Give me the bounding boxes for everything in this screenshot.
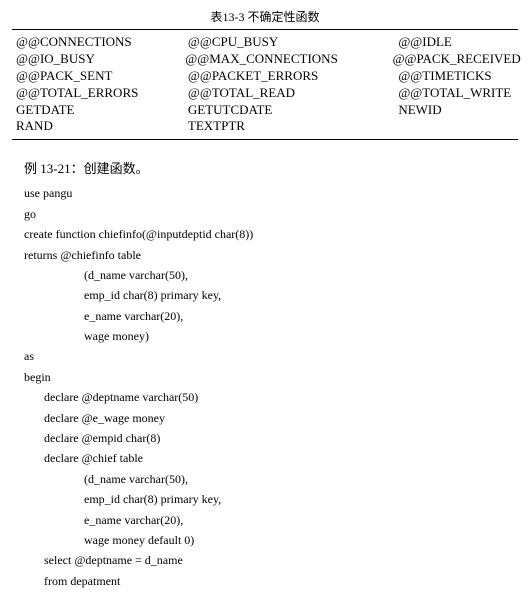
- table-cell: TEXTPTR: [184, 118, 394, 135]
- code-line: go: [24, 204, 518, 224]
- table-cell: [394, 118, 518, 135]
- table-cell: @@TOTAL_READ: [184, 85, 394, 102]
- code-line: declare @chief table: [24, 448, 518, 468]
- table-cell: @@CONNECTIONS: [12, 34, 184, 51]
- code-line: emp_id char(8) primary key,: [24, 285, 518, 305]
- code-line: from depatment: [24, 571, 518, 591]
- code-line: select @deptname = d_name: [24, 550, 518, 570]
- table-title: 表13-3 不确定性函数: [12, 8, 518, 25]
- code-line: begin: [24, 367, 518, 387]
- table-cell: GETUTCDATE: [184, 102, 394, 119]
- code-block: use pangugocreate function chiefinfo(@in…: [24, 183, 518, 591]
- code-line: declare @empid char(8): [24, 428, 518, 448]
- code-line: (d_name varchar(50),: [24, 469, 518, 489]
- table-row: RANDTEXTPTR: [12, 118, 518, 135]
- table-row: @@CONNECTIONS@@CPU_BUSY@@IDLE: [12, 34, 518, 51]
- table-cell: @@PACK_SENT: [12, 68, 184, 85]
- example-title: 例 13-21：创建函数。: [24, 158, 518, 177]
- table-cell: RAND: [12, 118, 184, 135]
- table-cell: @@PACK_RECEIVED: [389, 51, 518, 68]
- code-line: as: [24, 346, 518, 366]
- table-row: GETDATEGETUTCDATENEWID: [12, 102, 518, 119]
- table-row: @@IO_BUSY@@MAX_CONNECTIONS@@PACK_RECEIVE…: [12, 51, 518, 68]
- code-line: declare @deptname varchar(50): [24, 387, 518, 407]
- table-cell: @@MAX_CONNECTIONS: [181, 51, 388, 68]
- code-line: (d_name varchar(50),: [24, 265, 518, 285]
- table-cell: @@PACKET_ERRORS: [184, 68, 394, 85]
- table-cell: @@IO_BUSY: [12, 51, 181, 68]
- table-cell: @@CPU_BUSY: [184, 34, 394, 51]
- table-cell: @@TOTAL_ERRORS: [12, 85, 184, 102]
- code-line: e_name varchar(20),: [24, 510, 518, 530]
- code-line: wage money default 0): [24, 530, 518, 550]
- function-table: @@CONNECTIONS@@CPU_BUSY@@IDLE@@IO_BUSY@@…: [12, 29, 518, 140]
- table-row: @@PACK_SENT@@PACKET_ERRORS@@TIMETICKS: [12, 68, 518, 85]
- code-line: emp_id char(8) primary key,: [24, 489, 518, 509]
- code-line: create function chiefinfo(@inputdeptid c…: [24, 224, 518, 244]
- table-cell: @@TIMETICKS: [394, 68, 518, 85]
- code-line: wage money): [24, 326, 518, 346]
- code-line: e_name varchar(20),: [24, 306, 518, 326]
- code-line: returns @chiefinfo table: [24, 245, 518, 265]
- code-line: use pangu: [24, 183, 518, 203]
- code-line: declare @e_wage money: [24, 408, 518, 428]
- table-row: @@TOTAL_ERRORS@@TOTAL_READ@@TOTAL_WRITE: [12, 85, 518, 102]
- table-cell: GETDATE: [12, 102, 184, 119]
- table-cell: @@IDLE: [394, 34, 518, 51]
- table-cell: NEWID: [394, 102, 518, 119]
- table-cell: @@TOTAL_WRITE: [394, 85, 518, 102]
